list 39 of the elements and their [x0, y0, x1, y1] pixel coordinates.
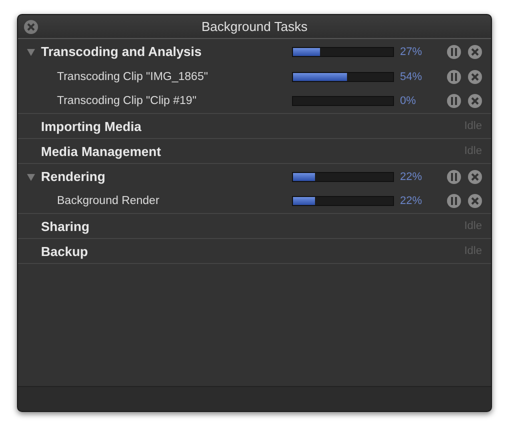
- cancel-button[interactable]: [468, 194, 482, 208]
- pause-icon: [451, 172, 457, 180]
- task-name: Transcoding Clip "Clip #19": [56, 95, 198, 107]
- pause-icon: [451, 48, 457, 56]
- progress-percent: 22%: [400, 195, 424, 207]
- cancel-button[interactable]: [468, 44, 482, 58]
- pause-button[interactable]: [447, 94, 461, 108]
- pause-button[interactable]: [447, 194, 461, 208]
- close-icon: [471, 72, 479, 80]
- pause-icon: [451, 197, 457, 205]
- pause-button[interactable]: [447, 44, 461, 58]
- close-icon: [27, 23, 35, 31]
- progress-percent: 27%: [400, 46, 424, 58]
- group-name: Importing Media: [40, 118, 142, 134]
- cancel-button[interactable]: [468, 170, 482, 184]
- window-title: Background Tasks: [200, 19, 308, 34]
- disclosure-down-icon[interactable]: [27, 48, 35, 56]
- pause-button[interactable]: [447, 70, 461, 84]
- task-name: Transcoding Clip "IMG_1865": [56, 70, 209, 82]
- group-name: Backup: [40, 244, 89, 258]
- progress-percent: 0%: [400, 95, 417, 107]
- pause-icon: [451, 72, 457, 80]
- close-icon: [471, 172, 479, 180]
- progress-percent: 22%: [400, 170, 424, 182]
- close-icon: [471, 48, 479, 56]
- pause-icon: [451, 97, 457, 105]
- pause-button[interactable]: [447, 170, 461, 184]
- group-name: Sharing: [40, 218, 90, 234]
- task-name: Background Render: [56, 195, 160, 207]
- cancel-button[interactable]: [468, 94, 482, 108]
- group-name: Transcoding and Analysis: [41, 44, 203, 59]
- close-icon: [471, 97, 479, 105]
- cancel-button[interactable]: [468, 70, 482, 84]
- close-button[interactable]: [24, 20, 38, 34]
- group-name: Media Management: [40, 144, 162, 158]
- disclosure-down-icon[interactable]: [27, 172, 35, 180]
- progress-percent: 54%: [400, 70, 424, 82]
- close-icon: [471, 197, 479, 205]
- group-name: Rendering: [41, 169, 106, 184]
